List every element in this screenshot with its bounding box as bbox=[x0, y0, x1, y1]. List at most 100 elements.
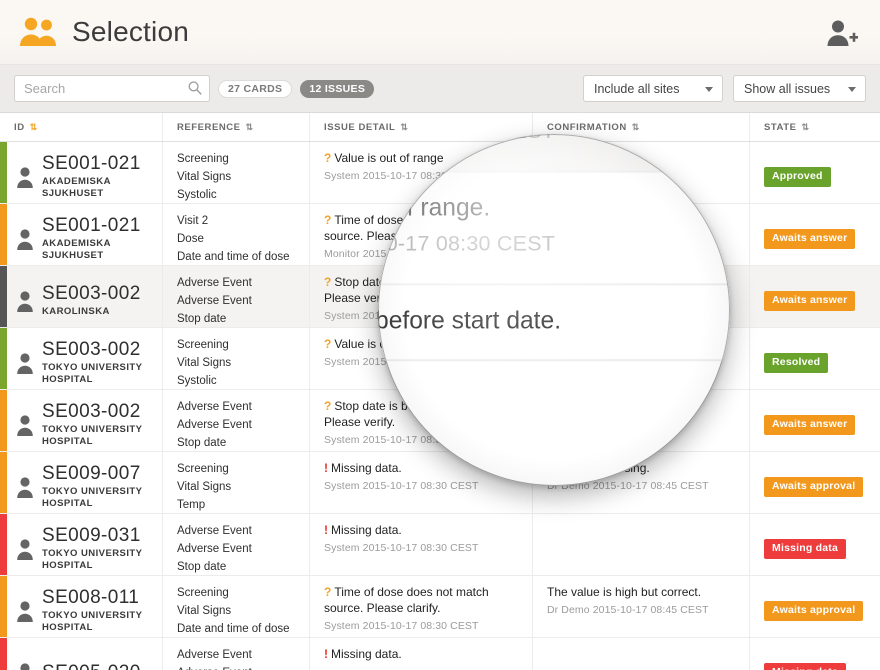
issue-meta: System 2015-10-17 08:30 CEST bbox=[324, 619, 520, 635]
reference-line: Systolic bbox=[177, 187, 297, 203]
subject-id: SE008-011 bbox=[42, 588, 150, 608]
cell-state: Resolved bbox=[750, 328, 880, 389]
site-name: TOKYO UNIVERSITY HOSPITAL bbox=[42, 362, 150, 386]
issue-text: !Missing data. bbox=[324, 523, 520, 539]
site-name: KAROLINSKA bbox=[42, 306, 141, 318]
status-badge[interactable]: Approved bbox=[764, 167, 831, 186]
reference-line: Adverse Event bbox=[177, 293, 297, 311]
site-filter-select[interactable]: Include all sites bbox=[583, 75, 723, 102]
issue-text: ?Time of dose does not match source. Ple… bbox=[324, 585, 520, 617]
status-badge[interactable]: Missing data bbox=[764, 539, 846, 558]
site-filter-value: Include all sites bbox=[594, 82, 679, 96]
status-badge[interactable]: Resolved bbox=[764, 353, 828, 372]
subject-id: SE009-007 bbox=[42, 464, 150, 484]
filter-toolbar: 27 CARDS 12 ISSUES Include all sites Sho… bbox=[0, 65, 880, 113]
status-badge[interactable]: Awaits approval bbox=[764, 477, 863, 496]
row-status-bar bbox=[0, 204, 7, 265]
magnified-row: ?Stop date is before start date. Please … bbox=[378, 134, 730, 173]
search-input[interactable] bbox=[14, 75, 210, 102]
sort-icon[interactable]: ⇅ bbox=[246, 123, 253, 132]
person-icon bbox=[15, 599, 35, 623]
reference-line: Systolic bbox=[177, 373, 297, 389]
cell-state: Awaits answer bbox=[750, 266, 880, 327]
issues-count-badge[interactable]: 12 ISSUES bbox=[300, 80, 374, 98]
issue-mark-icon: ? bbox=[324, 213, 331, 227]
reference-line: Adverse Event bbox=[177, 399, 297, 417]
reference-line: Adverse Event bbox=[177, 523, 297, 541]
subject-id: SE009-031 bbox=[42, 526, 150, 546]
sort-icon[interactable]: ⇅ bbox=[30, 123, 37, 132]
site-name: AKADEMISKA SJUKHUSET bbox=[42, 176, 150, 200]
cell-id: SE003-002TOKYO UNIVERSITY HOSPITAL bbox=[7, 328, 163, 389]
cell-state: Missing data bbox=[750, 514, 880, 575]
reference-line: Date and time of dose bbox=[177, 621, 297, 637]
column-label: ID bbox=[14, 122, 25, 133]
reference-line: Adverse Event bbox=[177, 275, 297, 293]
column-label: ISSUE DETAIL bbox=[324, 122, 395, 133]
magnified-row: Stop date is before start date. bbox=[378, 285, 730, 360]
table-row[interactable]: SE005-020 Adverse EventAdverse Event !Miss… bbox=[0, 638, 880, 670]
row-status-bar bbox=[0, 514, 7, 575]
column-header-id[interactable]: ID ⇅ bbox=[0, 113, 163, 141]
cell-confirmation bbox=[533, 638, 750, 670]
table-row[interactable]: SE008-011TOKYO UNIVERSITY HOSPITALScreen… bbox=[0, 576, 880, 638]
subject-id: SE001-021 bbox=[42, 154, 150, 174]
cell-id: SE003-002TOKYO UNIVERSITY HOSPITAL bbox=[7, 390, 163, 451]
cell-reference: ScreeningVital SignsDate and time of dos… bbox=[163, 576, 310, 637]
site-name: TOKYO UNIVERSITY HOSPITAL bbox=[42, 424, 150, 448]
reference-line: Adverse Event bbox=[177, 647, 297, 665]
magnifier-lens: ?Time of dose does not match source. Ple… bbox=[378, 134, 730, 486]
cell-id: SE001-021AKADEMISKA SJUKHUSET bbox=[7, 204, 163, 265]
confirmation-meta: Dr Demo 2015-10-17 08:45 CEST bbox=[547, 603, 737, 619]
brand: Selection bbox=[0, 15, 189, 49]
search-icon[interactable] bbox=[187, 80, 203, 96]
column-header-state[interactable]: STATE ⇅ bbox=[750, 113, 880, 141]
issue-meta: System 2015-10-17 08:30 CEST bbox=[324, 541, 520, 557]
person-icon bbox=[15, 351, 35, 375]
cell-reference: Adverse EventAdverse EventStop date bbox=[163, 390, 310, 451]
search-box[interactable] bbox=[14, 75, 210, 102]
reference-line: Stop date bbox=[177, 559, 297, 575]
person-icon bbox=[15, 227, 35, 251]
issue-mark-icon: ? bbox=[324, 337, 331, 351]
cards-count-badge[interactable]: 27 CARDS bbox=[218, 80, 292, 98]
cell-id: SE005-020 bbox=[7, 638, 163, 670]
person-icon bbox=[15, 537, 35, 561]
table-row[interactable]: SE009-031TOKYO UNIVERSITY HOSPITALAdvers… bbox=[0, 514, 880, 576]
column-header-reference[interactable]: REFERENCE ⇅ bbox=[163, 113, 310, 141]
subject-id: SE005-020 bbox=[42, 663, 141, 670]
reference-line: Vital Signs bbox=[177, 355, 297, 373]
cell-state: Missing data bbox=[750, 638, 880, 670]
reference-line: Stop date bbox=[177, 435, 297, 451]
cell-issue-detail: ?Time of dose does not match source. Ple… bbox=[310, 576, 533, 637]
cell-confirmation bbox=[533, 514, 750, 575]
issue-filter-select[interactable]: Show all issues bbox=[733, 75, 866, 102]
cell-reference: ScreeningVital SignsSystolic bbox=[163, 142, 310, 203]
sort-icon[interactable]: ⇅ bbox=[632, 123, 639, 132]
cell-id: SE003-002 KAROLINSKA bbox=[7, 266, 163, 327]
magnified-content: ?Time of dose does not match source. Ple… bbox=[378, 134, 730, 360]
sort-icon[interactable]: ⇅ bbox=[400, 123, 407, 132]
cell-state: Awaits answer bbox=[750, 204, 880, 265]
cell-reference: Adverse EventAdverse EventStop date bbox=[163, 514, 310, 575]
add-user-icon[interactable] bbox=[824, 16, 858, 50]
cell-issue-detail: !Missing data. bbox=[310, 638, 533, 670]
cell-reference: ScreeningVital SignsSystolic bbox=[163, 328, 310, 389]
magnified-issue-text: ?Value is out of range. bbox=[378, 193, 730, 225]
status-badge[interactable]: Missing data bbox=[764, 663, 846, 670]
subject-id: SE003-002 bbox=[42, 402, 150, 422]
sort-icon[interactable]: ⇅ bbox=[801, 123, 808, 132]
site-name: TOKYO UNIVERSITY HOSPITAL bbox=[42, 486, 150, 510]
reference-line: Adverse Event bbox=[177, 665, 297, 670]
row-status-bar bbox=[0, 576, 7, 637]
status-badge[interactable]: Awaits answer bbox=[764, 415, 855, 434]
status-badge[interactable]: Awaits answer bbox=[764, 229, 855, 248]
site-name: AKADEMISKA SJUKHUSET bbox=[42, 238, 150, 262]
column-label: STATE bbox=[764, 122, 796, 133]
reference-line: Screening bbox=[177, 151, 297, 169]
reference-line: Visit 2 bbox=[177, 213, 297, 231]
status-badge[interactable]: Awaits answer bbox=[764, 291, 855, 310]
status-badge[interactable]: Awaits approval bbox=[764, 601, 863, 620]
subject-id: SE003-002 bbox=[42, 284, 141, 304]
row-status-bar bbox=[0, 638, 7, 670]
